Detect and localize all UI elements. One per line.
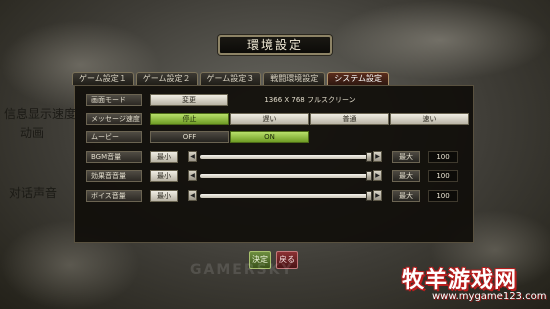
sfx-max-button[interactable]: 最大 <box>392 170 420 182</box>
tab-bar: ゲーム設定１ ゲーム設定２ ゲーム設定３ 戦闘環境設定 システム設定 <box>72 72 390 85</box>
bgm-volume-label: BGM音量 <box>86 151 142 163</box>
bgm-volume-slider[interactable] <box>200 155 370 159</box>
voice-volume-slider[interactable] <box>200 194 370 198</box>
annotation-speed: 信息显示速度 <box>4 107 77 121</box>
page-title: 環境設定 <box>218 35 332 55</box>
annotation-anim: 动画 <box>20 126 45 140</box>
message-speed-label: メッセージ速度 <box>86 113 142 125</box>
annotation-sound: 对话声音 <box>9 186 58 200</box>
sfx-min-button[interactable]: 最小 <box>150 170 178 182</box>
sfx-decrease-arrow-icon[interactable]: ◀ <box>188 170 197 181</box>
speed-option-fast[interactable]: 速い <box>390 113 469 125</box>
tab-game-settings-1[interactable]: ゲーム設定１ <box>72 72 134 85</box>
speed-option-normal[interactable]: 普通 <box>310 113 389 125</box>
sfx-volume-label: 効果音音量 <box>86 170 142 182</box>
resolution-value: 1366 X 768 フルスクリーン <box>264 96 356 104</box>
cloud-decoration <box>330 0 550 80</box>
movie-off-button[interactable]: OFF <box>150 131 229 143</box>
tab-game-settings-2[interactable]: ゲーム設定２ <box>135 72 198 85</box>
bgm-increase-arrow-icon[interactable]: ▶ <box>373 151 382 162</box>
tab-game-settings-3[interactable]: ゲーム設定３ <box>199 72 262 85</box>
bgm-decrease-arrow-icon[interactable]: ◀ <box>188 151 197 162</box>
movie-on-button[interactable]: ON <box>230 131 309 143</box>
voice-volume-value: 100 <box>428 190 458 202</box>
voice-min-button[interactable]: 最小 <box>150 190 178 202</box>
bgm-max-button[interactable]: 最大 <box>392 151 420 163</box>
tab-system-settings[interactable]: システム設定 <box>327 72 390 85</box>
settings-panel <box>74 85 474 243</box>
bgm-min-button[interactable]: 最小 <box>150 151 178 163</box>
watermark-url: www.mygame123.com <box>432 291 547 302</box>
voice-slider-handle[interactable] <box>366 191 372 201</box>
watermark-faint: GAMERSKY <box>190 262 294 278</box>
sfx-volume-value: 100 <box>428 170 458 182</box>
bgm-slider-handle[interactable] <box>366 152 372 162</box>
movie-label: ムービー <box>86 131 142 143</box>
voice-max-button[interactable]: 最大 <box>392 190 420 202</box>
sfx-volume-slider[interactable] <box>200 174 370 178</box>
voice-volume-label: ボイス音量 <box>86 190 142 202</box>
sfx-slider-handle[interactable] <box>366 171 372 181</box>
voice-increase-arrow-icon[interactable]: ▶ <box>373 190 382 201</box>
watermark-site-name: 牧羊游戏网 <box>402 268 518 293</box>
screen-mode-label: 画面モード <box>86 94 142 106</box>
voice-decrease-arrow-icon[interactable]: ◀ <box>188 190 197 201</box>
bgm-volume-value: 100 <box>428 151 458 163</box>
tab-battle-settings[interactable]: 戦闘環境設定 <box>263 72 326 85</box>
speed-option-stop[interactable]: 停止 <box>150 113 229 125</box>
sfx-increase-arrow-icon[interactable]: ▶ <box>373 170 382 181</box>
change-screen-mode-button[interactable]: 変更 <box>150 94 228 106</box>
speed-option-slow[interactable]: 遅い <box>230 113 309 125</box>
